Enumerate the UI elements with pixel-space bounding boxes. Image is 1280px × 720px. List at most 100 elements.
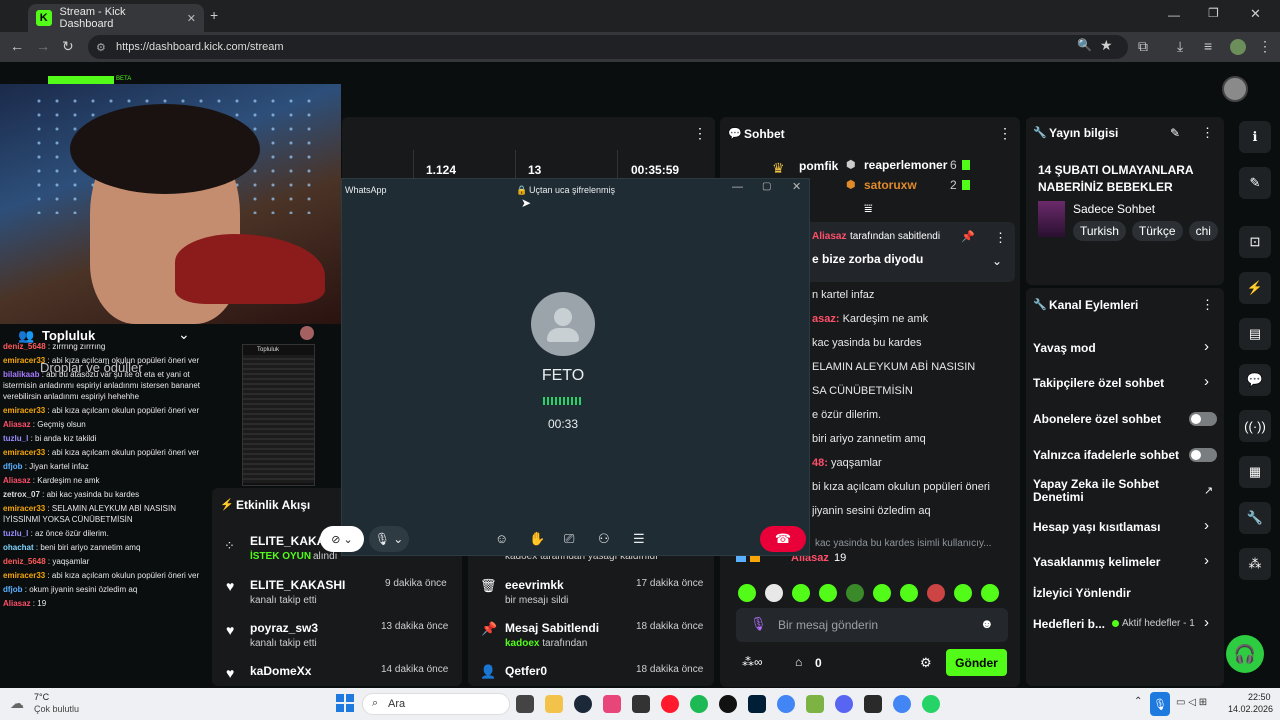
chat-user[interactable]: bilalikaab bbox=[3, 370, 39, 379]
chat-user[interactable]: zetrox_07 bbox=[3, 490, 40, 499]
store-icon[interactable]: ⌂ bbox=[795, 655, 802, 669]
app-icon[interactable] bbox=[806, 695, 824, 713]
app-icon[interactable] bbox=[632, 695, 650, 713]
chat-settings-icon[interactable]: ⚙ bbox=[920, 655, 932, 671]
chat-user[interactable]: tuzlu_l bbox=[3, 434, 28, 443]
emote-icon[interactable] bbox=[738, 584, 756, 602]
mic-icon[interactable]: 🎙 bbox=[750, 616, 767, 632]
chat-user[interactable]: emiracer33 bbox=[3, 406, 45, 415]
end-call-button[interactable]: ☎ bbox=[760, 526, 806, 552]
call-chat-icon[interactable]: ☰ bbox=[633, 531, 645, 547]
chat-user[interactable]: dfjob bbox=[3, 585, 23, 594]
opera-icon[interactable] bbox=[661, 695, 679, 713]
emote-icon[interactable] bbox=[819, 584, 837, 602]
stream-info-menu-icon[interactable]: ⋮ bbox=[1201, 125, 1214, 141]
chat-user[interactable]: emiracer33 bbox=[3, 504, 45, 513]
chrome-icon[interactable] bbox=[777, 695, 795, 713]
chat-user[interactable]: ohachat bbox=[3, 543, 34, 552]
add-participant-icon[interactable]: ⚇ bbox=[598, 531, 610, 547]
extensions-icon[interactable]: ⧉ bbox=[1138, 38, 1148, 55]
emote-icon[interactable] bbox=[900, 584, 918, 602]
chat-user[interactable]: asaz: bbox=[812, 313, 843, 325]
tag-chip[interactable]: chi bbox=[1188, 221, 1218, 241]
tag-chip[interactable]: Turkish bbox=[1073, 221, 1126, 241]
raid-option[interactable]: İzleyici Yönlendir bbox=[1033, 586, 1131, 600]
network-icon[interactable]: ▭ ◁ ⊞ bbox=[1176, 697, 1207, 708]
whatsapp-icon[interactable] bbox=[922, 695, 940, 713]
flash-icon[interactable]: ⚡ bbox=[1239, 272, 1271, 304]
slow-mode-option[interactable]: Yavaş mod bbox=[1033, 341, 1096, 355]
chat-user[interactable]: Aliasaz bbox=[3, 420, 31, 429]
stream-category[interactable]: Sadece Sohbet bbox=[1073, 202, 1155, 216]
user-avatar[interactable] bbox=[1222, 76, 1248, 102]
chat-bubble-icon[interactable]: 💬 bbox=[1239, 364, 1271, 396]
mic-button[interactable]: 🎙 ⌄ bbox=[369, 526, 409, 552]
broadcast-icon[interactable]: ((·)) bbox=[1239, 410, 1271, 442]
minimize-window-icon[interactable]: — bbox=[1168, 8, 1180, 22]
info-icon[interactable]: ℹ bbox=[1239, 121, 1271, 153]
emote-icon[interactable] bbox=[981, 584, 999, 602]
category-thumbnail[interactable] bbox=[1038, 201, 1065, 237]
connections-icon[interactable]: ⁂∞ bbox=[742, 655, 763, 669]
browser-menu-icon[interactable]: ⋮ bbox=[1258, 38, 1272, 55]
ai-moderation-option[interactable]: Yapay Zeka ile Sohbet Denetimi bbox=[1033, 478, 1183, 504]
emote-icon[interactable] bbox=[873, 584, 891, 602]
chevron-right-icon[interactable]: › bbox=[1204, 552, 1209, 569]
windows-start-icon[interactable] bbox=[336, 694, 354, 712]
expand-pinned-icon[interactable]: ⌄ bbox=[992, 254, 1002, 268]
banned-words-option[interactable]: Yasaklanmış kelimeler bbox=[1033, 555, 1160, 569]
goals-option[interactable]: Hedefleri b... bbox=[1033, 617, 1105, 631]
chevron-right-icon[interactable]: › bbox=[1204, 614, 1209, 631]
send-button[interactable]: Gönder bbox=[946, 649, 1007, 676]
stats-menu-icon[interactable]: ⋮ bbox=[693, 125, 707, 142]
screen-share-icon[interactable]: ⎚ bbox=[564, 531, 574, 547]
raise-hand-icon[interactable]: ✋ bbox=[529, 531, 545, 547]
connections-icon[interactable]: ⁂ bbox=[1239, 548, 1271, 580]
notes-icon[interactable]: ▤ bbox=[1239, 318, 1271, 350]
external-link-icon[interactable]: ↗ bbox=[1204, 484, 1213, 497]
channel-actions-menu-icon[interactable]: ⋮ bbox=[1201, 297, 1214, 313]
chat-user[interactable]: tuzlu_l bbox=[3, 529, 28, 538]
epic-games-icon[interactable] bbox=[864, 695, 882, 713]
wa-maximize-icon[interactable]: ▢ bbox=[762, 181, 771, 192]
address-bar[interactable]: ⚙ https://dashboard.kick.com/stream bbox=[88, 35, 1128, 59]
chat-user[interactable]: emiracer33 bbox=[3, 356, 45, 365]
edit-icon[interactable]: ✎ bbox=[1239, 167, 1271, 199]
chat-user[interactable]: emiracer33 bbox=[3, 571, 45, 580]
emoji-reaction-icon[interactable]: ☺ bbox=[495, 531, 508, 546]
chat-user[interactable]: Aliasaz bbox=[3, 476, 31, 485]
reload-icon[interactable]: ↻ bbox=[62, 38, 74, 55]
tools-icon[interactable]: 🔧 bbox=[1239, 502, 1271, 534]
photoshop-icon[interactable] bbox=[748, 695, 766, 713]
followers-only-option[interactable]: Takipçilere özel sohbet bbox=[1033, 376, 1164, 390]
back-icon[interactable]: ← bbox=[10, 38, 24, 54]
chevron-right-icon[interactable]: › bbox=[1204, 338, 1209, 355]
forward-icon[interactable]: → bbox=[36, 38, 50, 54]
account-age-option[interactable]: Hesap yaşı kısıtlaması bbox=[1033, 520, 1160, 534]
chat-user[interactable]: dfjob bbox=[3, 462, 23, 471]
chat-user[interactable]: Aliasaz bbox=[3, 599, 31, 608]
browser-tab[interactable]: K Stream - Kick Dashboard ✕ bbox=[28, 4, 204, 32]
mic-tray-icon[interactable]: 🎙 bbox=[1150, 692, 1170, 716]
emoji-picker-icon[interactable]: ☻ bbox=[980, 616, 994, 631]
chevron-right-icon[interactable]: › bbox=[1204, 373, 1209, 390]
discord-icon[interactable] bbox=[835, 695, 853, 713]
steam-icon[interactable] bbox=[574, 695, 592, 713]
emote-icon[interactable] bbox=[846, 584, 864, 602]
bookmark-star-icon[interactable]: ★ bbox=[1100, 37, 1113, 54]
maximize-window-icon[interactable]: ❐ bbox=[1208, 6, 1219, 20]
emote-icon[interactable] bbox=[765, 584, 783, 602]
app-icon[interactable] bbox=[603, 695, 621, 713]
tray-overflow-icon[interactable]: ⌃ bbox=[1134, 696, 1142, 707]
pinned-menu-icon[interactable]: ⋮ bbox=[994, 230, 1007, 246]
spotify-icon[interactable] bbox=[690, 695, 708, 713]
pin-icon[interactable]: 📌 bbox=[961, 230, 975, 243]
close-window-icon[interactable]: ✕ bbox=[1250, 6, 1261, 22]
new-tab-icon[interactable]: + bbox=[210, 7, 218, 23]
chat-user[interactable]: deniz_5648 bbox=[3, 557, 46, 566]
subscribers-only-toggle[interactable] bbox=[1189, 412, 1217, 426]
close-tab-icon[interactable]: ✕ bbox=[187, 12, 196, 25]
file-explorer-icon[interactable] bbox=[545, 695, 563, 713]
chat-user[interactable]: emiracer33 bbox=[3, 448, 45, 457]
wa-close-icon[interactable]: ✕ bbox=[792, 180, 801, 193]
